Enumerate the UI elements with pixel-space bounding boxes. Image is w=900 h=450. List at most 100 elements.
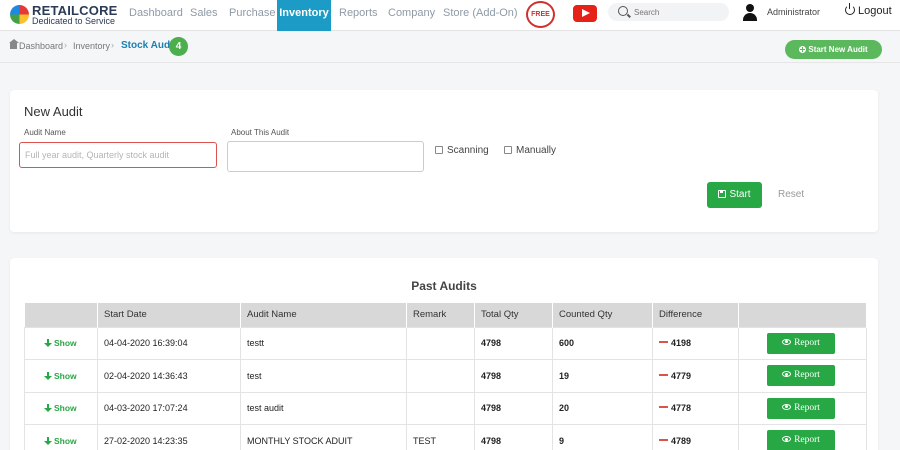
start-new-audit-button[interactable]: Start New Audit bbox=[785, 40, 882, 59]
difference-cell: 4778 bbox=[652, 391, 739, 425]
past-audits-card: Past Audits Start Date Audit Name Remark… bbox=[10, 258, 878, 450]
show-link[interactable]: Show bbox=[31, 436, 77, 446]
start-date-cell: 04-04-2020 16:39:04 bbox=[97, 326, 241, 360]
past-audits-table: Start Date Audit Name Remark Total Qty C… bbox=[24, 303, 867, 450]
checkbox-icon bbox=[504, 146, 512, 154]
new-audit-card: New Audit Audit Name About This Audit Sc… bbox=[10, 90, 878, 232]
search-box bbox=[608, 3, 729, 21]
audit-name-cell: MONTHLY STOCK ADUIT bbox=[240, 424, 407, 450]
user-name[interactable]: Administrator bbox=[767, 7, 820, 17]
difference-cell: 4779 bbox=[652, 359, 739, 393]
past-audits-title: Past Audits bbox=[411, 279, 477, 293]
eye-icon bbox=[782, 338, 792, 345]
eye-icon bbox=[782, 371, 792, 378]
column-header-difference: Difference bbox=[652, 303, 739, 327]
checkbox-icon bbox=[435, 146, 443, 154]
audit-name-cell: test audit bbox=[240, 391, 407, 425]
column-header-start-date: Start Date bbox=[97, 303, 241, 327]
remark-cell bbox=[406, 359, 475, 393]
counted-qty-cell: 19 bbox=[552, 359, 653, 393]
breadcrumb-bar: Dashboard › Inventory › Stock Audit 4 St… bbox=[0, 31, 900, 63]
show-link[interactable]: Show bbox=[31, 371, 77, 381]
report-button[interactable]: Report bbox=[767, 332, 835, 354]
logout-label: Logout bbox=[858, 5, 892, 17]
report-button[interactable]: Report bbox=[767, 397, 835, 419]
column-header-counted-qty: Counted Qty bbox=[552, 303, 653, 327]
table-row: Show 02-04-2020 14:36:43 test 4798 19 47… bbox=[24, 359, 867, 393]
free-badge-icon[interactable]: FREE bbox=[526, 1, 555, 28]
audit-name-cell: testt bbox=[240, 326, 407, 360]
table-row: Show 27-02-2020 14:23:35 MONTHLY STOCK A… bbox=[24, 424, 867, 450]
plus-circle-icon bbox=[799, 46, 807, 53]
arrow-down-icon bbox=[44, 339, 52, 348]
column-header bbox=[738, 303, 867, 327]
search-input[interactable] bbox=[634, 5, 724, 19]
column-header-remark: Remark bbox=[406, 303, 475, 327]
start-date-cell: 27-02-2020 14:23:35 bbox=[97, 424, 241, 450]
nav-store-addon[interactable]: Store (Add-On) bbox=[443, 0, 518, 31]
report-button[interactable]: Report bbox=[767, 365, 835, 387]
reset-button[interactable]: Reset bbox=[778, 182, 804, 208]
remark-cell: TEST bbox=[406, 424, 475, 450]
minus-icon bbox=[659, 341, 668, 344]
total-qty-cell: 4798 bbox=[474, 326, 553, 360]
about-audit-textarea[interactable] bbox=[227, 141, 424, 172]
table-row: Show 04-03-2020 17:07:24 test audit 4798… bbox=[24, 391, 867, 425]
search-icon bbox=[618, 6, 628, 16]
table-row: Show 04-04-2020 16:39:04 testt 4798 600 … bbox=[24, 326, 867, 360]
remark-cell bbox=[406, 326, 475, 360]
audit-name-cell: test bbox=[240, 359, 407, 393]
nav-inventory[interactable]: Inventory bbox=[277, 0, 331, 31]
save-icon bbox=[718, 190, 727, 198]
youtube-icon[interactable] bbox=[573, 5, 597, 22]
show-link[interactable]: Show bbox=[31, 338, 77, 348]
start-button[interactable]: Start bbox=[707, 182, 762, 208]
eye-icon bbox=[782, 436, 792, 443]
remark-cell bbox=[406, 391, 475, 425]
arrow-down-icon bbox=[44, 404, 52, 413]
breadcrumb-separator: › bbox=[111, 40, 114, 50]
show-link[interactable]: Show bbox=[31, 403, 77, 413]
total-qty-cell: 4798 bbox=[474, 391, 553, 425]
audit-name-input[interactable] bbox=[19, 142, 217, 168]
manually-checkbox[interactable]: Manually bbox=[504, 145, 556, 156]
brand-tagline: Dedicated to Service bbox=[32, 16, 116, 26]
audit-count-badge: 4 bbox=[169, 37, 188, 56]
total-qty-cell: 4798 bbox=[474, 424, 553, 450]
column-header-audit-name: Audit Name bbox=[240, 303, 407, 327]
user-icon[interactable] bbox=[742, 4, 758, 22]
breadcrumb-separator: › bbox=[64, 40, 67, 50]
top-navbar: RETAILCORE Dedicated to Service Dashboar… bbox=[0, 0, 900, 31]
difference-cell: 4789 bbox=[652, 424, 739, 450]
breadcrumb-stock-audit: Stock Audit bbox=[121, 40, 177, 51]
counted-qty-cell: 9 bbox=[552, 424, 653, 450]
eye-icon bbox=[782, 403, 792, 410]
arrow-down-icon bbox=[44, 436, 52, 445]
breadcrumb-inventory[interactable]: Inventory bbox=[73, 41, 110, 51]
brand-logo[interactable]: RETAILCORE Dedicated to Service bbox=[10, 3, 120, 27]
breadcrumb-dashboard[interactable]: Dashboard bbox=[8, 39, 63, 51]
difference-cell: 4198 bbox=[652, 326, 739, 360]
logout-button[interactable]: Logout bbox=[845, 3, 892, 17]
logo-globe-icon bbox=[10, 5, 29, 24]
table-header-row: Start Date Audit Name Remark Total Qty C… bbox=[24, 303, 867, 327]
minus-icon bbox=[659, 406, 668, 409]
nav-company[interactable]: Company bbox=[388, 0, 435, 31]
nav-sales[interactable]: Sales bbox=[190, 0, 218, 31]
start-date-cell: 04-03-2020 17:07:24 bbox=[97, 391, 241, 425]
arrow-down-icon bbox=[44, 371, 52, 380]
nav-dashboard[interactable]: Dashboard bbox=[129, 0, 183, 31]
scanning-checkbox[interactable]: Scanning bbox=[435, 145, 489, 156]
about-audit-label: About This Audit bbox=[231, 128, 290, 137]
minus-icon bbox=[659, 438, 668, 441]
total-qty-cell: 4798 bbox=[474, 359, 553, 393]
new-audit-title: New Audit bbox=[24, 104, 83, 119]
column-header bbox=[24, 303, 98, 327]
start-date-cell: 02-04-2020 14:36:43 bbox=[97, 359, 241, 393]
counted-qty-cell: 20 bbox=[552, 391, 653, 425]
counted-qty-cell: 600 bbox=[552, 326, 653, 360]
nav-reports[interactable]: Reports bbox=[339, 0, 378, 31]
minus-icon bbox=[659, 373, 668, 376]
nav-purchase[interactable]: Purchase bbox=[229, 0, 275, 31]
report-button[interactable]: Report bbox=[767, 430, 835, 450]
